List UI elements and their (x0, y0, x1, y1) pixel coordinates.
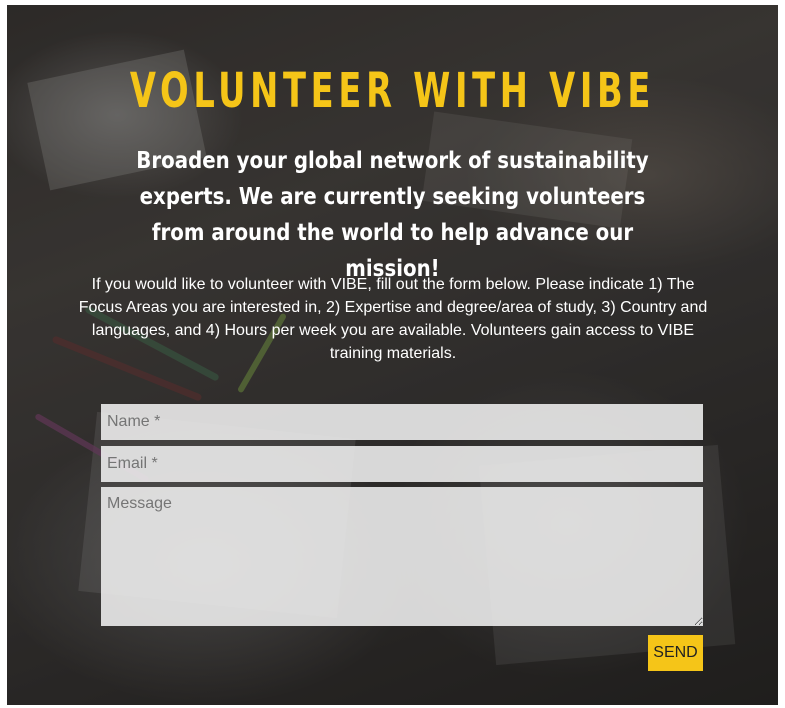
volunteer-section: VOLUNTEER WITH VIBE Broaden your global … (7, 5, 778, 705)
name-field[interactable] (101, 404, 703, 440)
email-field[interactable] (101, 446, 703, 482)
intro-text: If you would like to volunteer with VIBE… (78, 276, 708, 362)
volunteer-content: VOLUNTEER WITH VIBE Broaden your global … (7, 5, 778, 705)
message-field[interactable] (101, 487, 703, 626)
page-subtitle: Broaden your global network of sustainab… (136, 148, 649, 282)
page-title: VOLUNTEER WITH VIBE (129, 63, 656, 119)
send-button[interactable]: SEND (648, 635, 703, 671)
